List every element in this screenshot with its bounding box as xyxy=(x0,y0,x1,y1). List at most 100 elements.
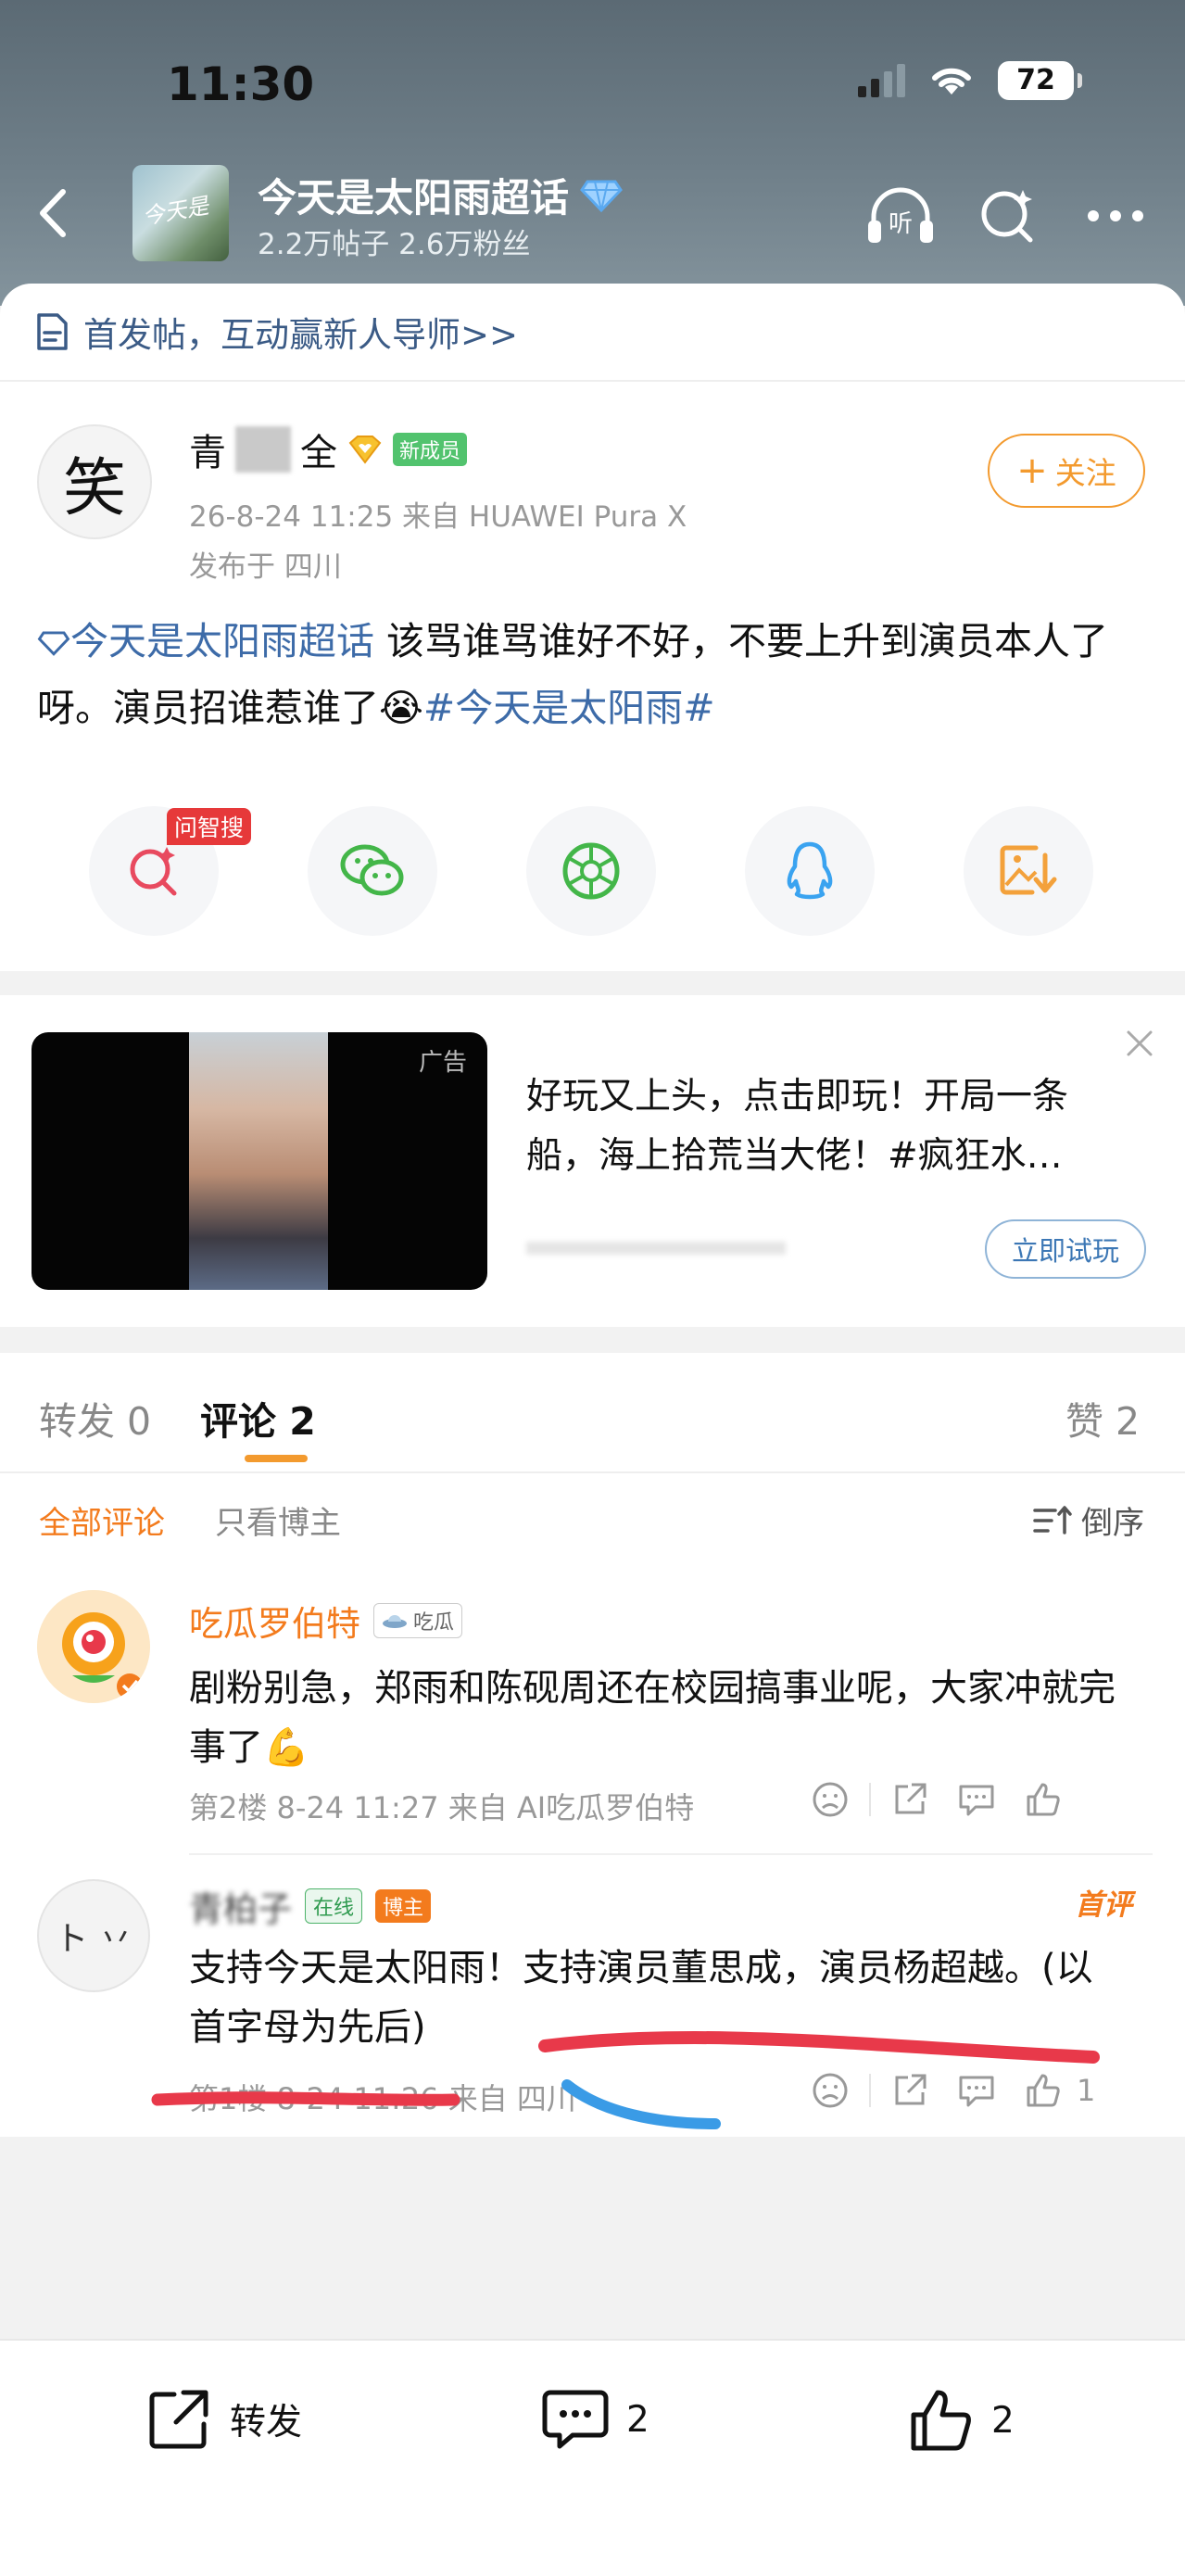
tab-comments[interactable]: 评论 2 xyxy=(200,1390,316,1446)
share-arrow-icon xyxy=(895,1783,927,1814)
filter-author-only[interactable]: 只看博主 xyxy=(215,1497,341,1543)
author-name-end: 全 xyxy=(300,432,337,474)
cellular-signal-icon xyxy=(858,64,905,97)
commenter-name-row[interactable]: 青柏子 在线 博主 xyxy=(189,1881,432,1931)
like-button[interactable]: 2 xyxy=(908,2387,1015,2454)
comment-text: 剧粉别急，郑雨和陈砚周还在校园搞事业呢，大家冲就完事了💪 xyxy=(189,1667,1116,1769)
commenter-name-row[interactable]: 吃瓜罗伯特 吃瓜 xyxy=(189,1596,463,1646)
ad-label: 广告 xyxy=(418,1049,467,1077)
author-name-row[interactable]: 青 全 新成员 xyxy=(189,423,468,476)
thumbs-up-icon xyxy=(1027,2074,1060,2107)
active-tab-indicator xyxy=(245,1455,308,1462)
redacted-name-block xyxy=(235,426,291,473)
diamond-icon xyxy=(580,180,623,212)
tab-repost[interactable]: 转发 0 xyxy=(39,1390,151,1446)
ad-try-now-button[interactable]: 立即试玩 xyxy=(985,1219,1146,1279)
online-badge: 在线 xyxy=(305,1888,363,1924)
ad-video-thumbnail[interactable]: 广告 xyxy=(32,1032,487,1290)
ai-search-tag: 问智搜 xyxy=(167,808,252,845)
ad-description[interactable]: 好玩又上头，点击即玩！开局一条船，海上拾荒当大佬！#疯狂水… xyxy=(526,1067,1138,1186)
dislike-button[interactable] xyxy=(797,1781,864,1818)
wifi-icon xyxy=(932,68,971,95)
qq-penguin-icon xyxy=(787,841,833,900)
document-icon xyxy=(37,313,68,350)
share-arrow-icon xyxy=(895,2074,927,2105)
reply-button[interactable] xyxy=(943,1781,1010,1818)
listen-button[interactable]: 听 xyxy=(864,183,938,248)
back-arrow-icon[interactable] xyxy=(26,181,82,246)
topic-link[interactable]: 今天是太阳雨超话 xyxy=(37,619,374,663)
image-download-icon xyxy=(1000,845,1057,895)
comment-like-count: 1 xyxy=(1077,2073,1096,2108)
like-comment-button[interactable] xyxy=(1010,2072,1077,2109)
headphones-listen-icon: 听 xyxy=(868,187,933,243)
newcomer-banner[interactable]: 首发帖，互动赢新人导师>> xyxy=(0,284,1185,382)
melon-tag: 吃瓜 xyxy=(373,1603,463,1638)
first-comment-badge: 首评 xyxy=(1075,1888,1132,1922)
comment-divider xyxy=(189,1853,1153,1855)
frown-face-icon xyxy=(813,1782,848,1817)
hashtag-link[interactable]: #今天是太阳雨# xyxy=(423,686,715,730)
tab-likes[interactable]: 赞 2 xyxy=(1065,1390,1140,1446)
frown-face-icon xyxy=(813,2073,848,2108)
separator xyxy=(869,2074,871,2107)
topic-header: 11:30 72 今天是 今天是太阳雨超话 2.2万帖子 2.6万粉丝 听 xyxy=(0,0,1185,306)
status-icons: 72 xyxy=(858,61,1082,100)
repost-share-icon xyxy=(149,2390,208,2449)
comment-button[interactable]: 2 xyxy=(541,2387,649,2452)
more-menu-button[interactable] xyxy=(1078,183,1153,248)
dislike-button[interactable] xyxy=(797,2072,864,2109)
wechat-moments-icon xyxy=(562,842,620,900)
more-dots-icon xyxy=(1088,210,1143,221)
qq-share-button[interactable] xyxy=(745,806,875,936)
svg-text:听: 听 xyxy=(889,210,913,238)
new-member-badge: 新成员 xyxy=(393,433,468,466)
status-time: 11:30 xyxy=(167,57,315,111)
comment-meta: 第1楼 8-24 11:26 来自 四川 xyxy=(189,2081,576,2116)
avatar-char-fragment: ト 丷 xyxy=(55,1920,132,1958)
topic-cover-image[interactable]: 今天是 xyxy=(132,165,229,261)
commenter-avatar[interactable]: ト 丷 xyxy=(37,1879,150,1992)
topic-title[interactable]: 今天是太阳雨超话 xyxy=(258,167,623,223)
comment-bubble-icon xyxy=(542,2390,609,2449)
comment-meta: 第2楼 8-24 11:27 来自 AI吃瓜罗伯特 xyxy=(189,1790,695,1825)
share-comment-button[interactable] xyxy=(876,2072,943,2109)
ufo-icon xyxy=(383,1615,407,1628)
post-content: 今天是太阳雨超话 该骂谁骂谁好不好，不要上升到演员本人了呀。演员招谁惹谁了😭#今… xyxy=(37,619,1109,730)
comment-actions xyxy=(797,1781,1077,1818)
filter-all-comments[interactable]: 全部评论 xyxy=(39,1497,165,1543)
share-comment-button[interactable] xyxy=(876,1781,943,1818)
separator xyxy=(869,1783,871,1816)
post-location: 发布于 四川 xyxy=(189,550,342,584)
wechat-share-button[interactable] xyxy=(308,806,437,936)
save-image-button[interactable] xyxy=(964,806,1093,936)
comment-actions: 1 xyxy=(797,2072,1095,2109)
plus-icon: + xyxy=(1016,449,1048,492)
diamond-icon xyxy=(37,631,70,656)
battery-icon: 72 xyxy=(998,61,1082,100)
repost-button[interactable]: 转发 xyxy=(146,2387,302,2452)
ad-video-frame xyxy=(189,1032,328,1290)
follow-button[interactable]: + 关注 xyxy=(988,434,1145,508)
like-comment-button[interactable] xyxy=(1010,1781,1077,1818)
reply-bubble-icon xyxy=(959,2076,994,2107)
comment-filter-row: 全部评论 只看博主 倒序 xyxy=(0,1497,1185,1553)
sort-icon xyxy=(1033,1505,1072,1534)
reply-button[interactable] xyxy=(943,2072,1010,2109)
reply-bubble-icon xyxy=(959,1785,994,1816)
ai-search-button[interactable] xyxy=(971,183,1045,248)
moments-share-button[interactable] xyxy=(526,806,656,936)
ai-search-icon xyxy=(981,190,1033,243)
post-time-source: 26-8-24 11:25 来自 HUAWEI Pura X xyxy=(189,500,687,534)
author-badge: 博主 xyxy=(375,1889,432,1923)
comment-text: 支持今天是太阳雨！支持演员董思成，演员杨超越。(以首字母为先后) xyxy=(189,1947,1093,2049)
close-icon[interactable] xyxy=(1123,1027,1156,1060)
thumbs-up-icon xyxy=(1027,1783,1060,1816)
crying-emoji: 😭 xyxy=(379,686,423,730)
ad-card[interactable]: 广告 好玩又上头，点击即玩！开局一条船，海上拾荒当大佬！#疯狂水… 立即试玩 xyxy=(0,995,1185,1327)
sort-toggle[interactable]: 倒序 xyxy=(1033,1497,1144,1543)
author-avatar[interactable]: 笑 xyxy=(37,424,152,539)
commenter-avatar[interactable] xyxy=(37,1590,150,1703)
topic-stats: 2.2万帖子 2.6万粉丝 xyxy=(258,228,531,261)
ad-source-redacted xyxy=(526,1242,786,1255)
